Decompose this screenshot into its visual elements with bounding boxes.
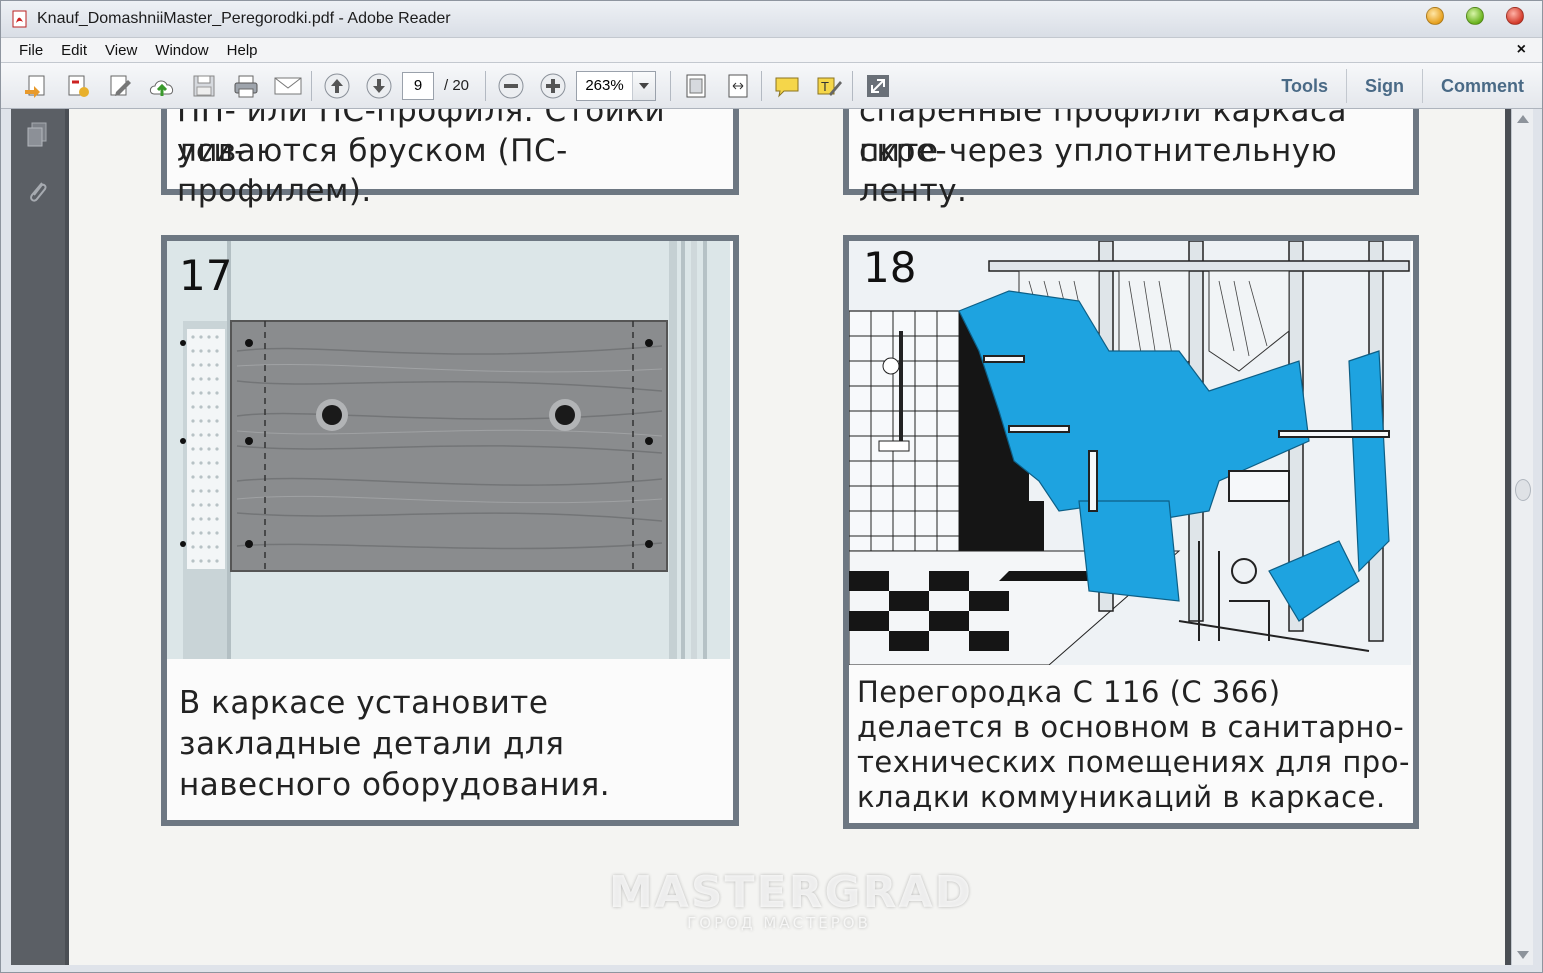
menu-view[interactable]: View (96, 42, 146, 59)
menu-window[interactable]: Window (146, 42, 217, 59)
zoom-out-icon[interactable] (494, 69, 528, 103)
panel-17-number: 17 (179, 251, 233, 300)
attachments-paperclip-icon[interactable] (21, 175, 53, 207)
watermark-main-text: MASTERGRAD (609, 867, 974, 918)
page-total: / 20 (444, 77, 470, 94)
mastergrad-watermark: MASTERGRAD ГОРОД МАСТЕРОВ (609, 867, 974, 932)
toolbar-separator (852, 70, 854, 101)
vertical-scrollbar[interactable] (1511, 109, 1533, 965)
tools-link[interactable]: Tools (1263, 69, 1346, 103)
toolbar-separator (670, 70, 672, 101)
menu-file[interactable]: File (1, 42, 52, 59)
panel-top-right: спаренные профили каркаса скре- пите чер… (843, 109, 1419, 209)
menu-edit[interactable]: Edit (52, 42, 96, 59)
pdf-page: ПП- или ПС-профиля. Стойки уси- ливаются… (69, 109, 1505, 965)
svg-text:T: T (821, 79, 829, 94)
upload-cloud-icon[interactable] (145, 69, 179, 103)
panel-17-caption-line3: навесного оборудования. (179, 767, 611, 803)
top-right-text-line2: пите через уплотнительную ленту. (859, 133, 1338, 209)
scroll-thumb[interactable] (1515, 479, 1531, 501)
page-number-input[interactable]: 9 (402, 71, 434, 100)
panel-18-caption-line2: делается в основном в санитарно- (857, 710, 1405, 744)
window-title: Knauf_DomashniiMaster_Peregorodki.pdf - … (37, 10, 451, 27)
adobe-reader-window: Knauf_DomashniiMaster_Peregorodki.pdf - … (0, 0, 1543, 973)
toolbar: 9 / 20 263% T Tools Sign Comment (1, 63, 1542, 109)
create-pdf-icon[interactable] (19, 69, 53, 103)
zoom-in-icon[interactable] (536, 69, 570, 103)
wood-insert-illustration (167, 241, 730, 659)
combine-files-icon[interactable] (61, 69, 95, 103)
pdf-app-icon (11, 10, 29, 28)
email-icon[interactable] (271, 69, 305, 103)
zoom-value[interactable]: 263% (577, 71, 634, 100)
fit-width-icon[interactable] (721, 69, 755, 103)
scroll-up-arrow-icon[interactable] (1517, 115, 1529, 123)
close-document-button[interactable]: × (1517, 41, 1526, 59)
expand-icon[interactable] (861, 69, 895, 103)
top-left-text-line2: ливаются бруском (ПС-профилем). (177, 133, 568, 209)
panel-17-caption-line2: закладные детали для (179, 726, 565, 762)
panel-17: 17 В каркасе установите закладные детали… (161, 235, 739, 826)
next-page-icon[interactable] (362, 69, 396, 103)
panel-18-number: 18 (861, 243, 919, 292)
document-view: ПП- или ПС-профиля. Стойки уси- ливаются… (65, 109, 1511, 965)
toolbar-separator (761, 70, 763, 101)
page-thumbnails-icon[interactable] (21, 119, 53, 151)
scroll-down-arrow-icon[interactable] (1517, 951, 1529, 959)
highlight-text-icon[interactable]: T (812, 69, 846, 103)
maximize-button[interactable] (1466, 7, 1484, 25)
panel-18: 18 Перегородка С 116 (С 366) делается в … (843, 235, 1419, 829)
panel-18-caption-line1: Перегородка С 116 (С 366) (857, 675, 1281, 709)
sanitary-partition-illustration (849, 241, 1411, 665)
panel-18-caption-line3: технических помещениях для про- (857, 745, 1410, 779)
title-bar: Knauf_DomashniiMaster_Peregorodki.pdf - … (1, 1, 1542, 37)
sticky-note-icon[interactable] (770, 69, 804, 103)
menu-bar: File Edit View Window Help × (1, 37, 1542, 63)
chevron-down-icon[interactable] (633, 71, 656, 100)
toolbar-separator (485, 70, 487, 101)
fit-page-icon[interactable] (679, 69, 713, 103)
panel-18-caption-line4: кладки коммуникаций в каркасе. (857, 780, 1386, 814)
minimize-button[interactable] (1426, 7, 1444, 25)
previous-page-icon[interactable] (320, 69, 354, 103)
close-window-button[interactable] (1506, 7, 1524, 25)
panel-top-left: ПП- или ПС-профиля. Стойки уси- ливаются… (161, 109, 739, 209)
toolbar-separator (311, 70, 312, 101)
print-icon[interactable] (229, 69, 263, 103)
menu-help[interactable]: Help (218, 42, 267, 59)
navigation-pane (11, 109, 65, 965)
sign-link[interactable]: Sign (1345, 69, 1422, 103)
comment-link[interactable]: Comment (1421, 69, 1542, 103)
panel-17-caption-line1: В каркасе установите (179, 685, 549, 721)
zoom-select[interactable]: 263% (576, 70, 657, 101)
edit-pdf-icon[interactable] (103, 69, 137, 103)
save-icon[interactable] (187, 69, 221, 103)
